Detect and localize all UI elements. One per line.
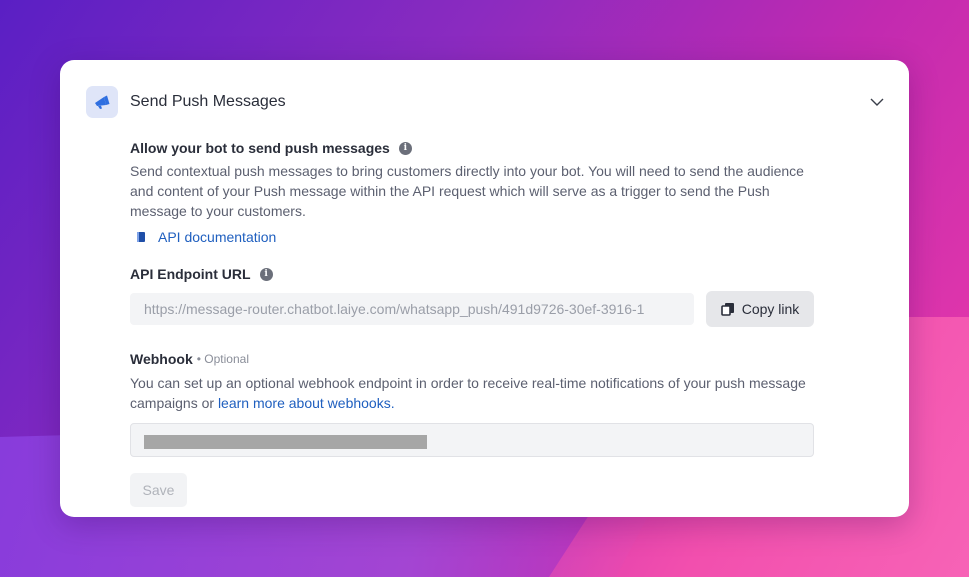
webhook-label: Webhook • Optional	[130, 351, 814, 367]
api-documentation-label: API documentation	[158, 229, 277, 245]
copy-icon	[720, 302, 735, 316]
webhook-description: You can set up an optional webhook endpo…	[130, 373, 814, 413]
copy-link-button[interactable]: Copy link	[706, 291, 814, 327]
endpoint-label-text: API Endpoint URL	[130, 266, 251, 282]
push-title-text: Allow your bot to send push messages	[130, 140, 390, 156]
chevron-down-icon[interactable]	[867, 92, 887, 112]
endpoint-url-field[interactable]: https://message-router.chatbot.laiye.com…	[130, 293, 694, 325]
push-description: Send contextual push messages to bring c…	[130, 163, 804, 219]
push-section-title: Allow your bot to send push messages i	[130, 140, 814, 156]
endpoint-row: https://message-router.chatbot.laiye.com…	[130, 291, 814, 327]
card-body: Allow your bot to send push messages i S…	[130, 140, 814, 507]
optional-tag: • Optional	[196, 352, 249, 366]
card-title: Send Push Messages	[130, 93, 286, 110]
webhook-url-field[interactable]	[130, 423, 814, 457]
megaphone-icon	[86, 86, 118, 118]
book-icon	[136, 231, 148, 243]
endpoint-label: API Endpoint URL i	[130, 266, 814, 282]
redacted-value	[144, 435, 427, 449]
webhooks-learn-more-link[interactable]: learn more about webhooks.	[218, 395, 395, 411]
card-header[interactable]: Send Push Messages	[86, 86, 887, 118]
api-documentation-link[interactable]: API documentation	[130, 229, 814, 245]
copy-link-label: Copy link	[741, 301, 800, 317]
push-messages-card: Send Push Messages Allow your bot to sen…	[60, 60, 909, 517]
save-button[interactable]: Save	[130, 473, 187, 507]
info-icon[interactable]: i	[259, 267, 273, 281]
webhook-label-text: Webhook	[130, 351, 193, 367]
info-icon[interactable]: i	[398, 141, 412, 155]
